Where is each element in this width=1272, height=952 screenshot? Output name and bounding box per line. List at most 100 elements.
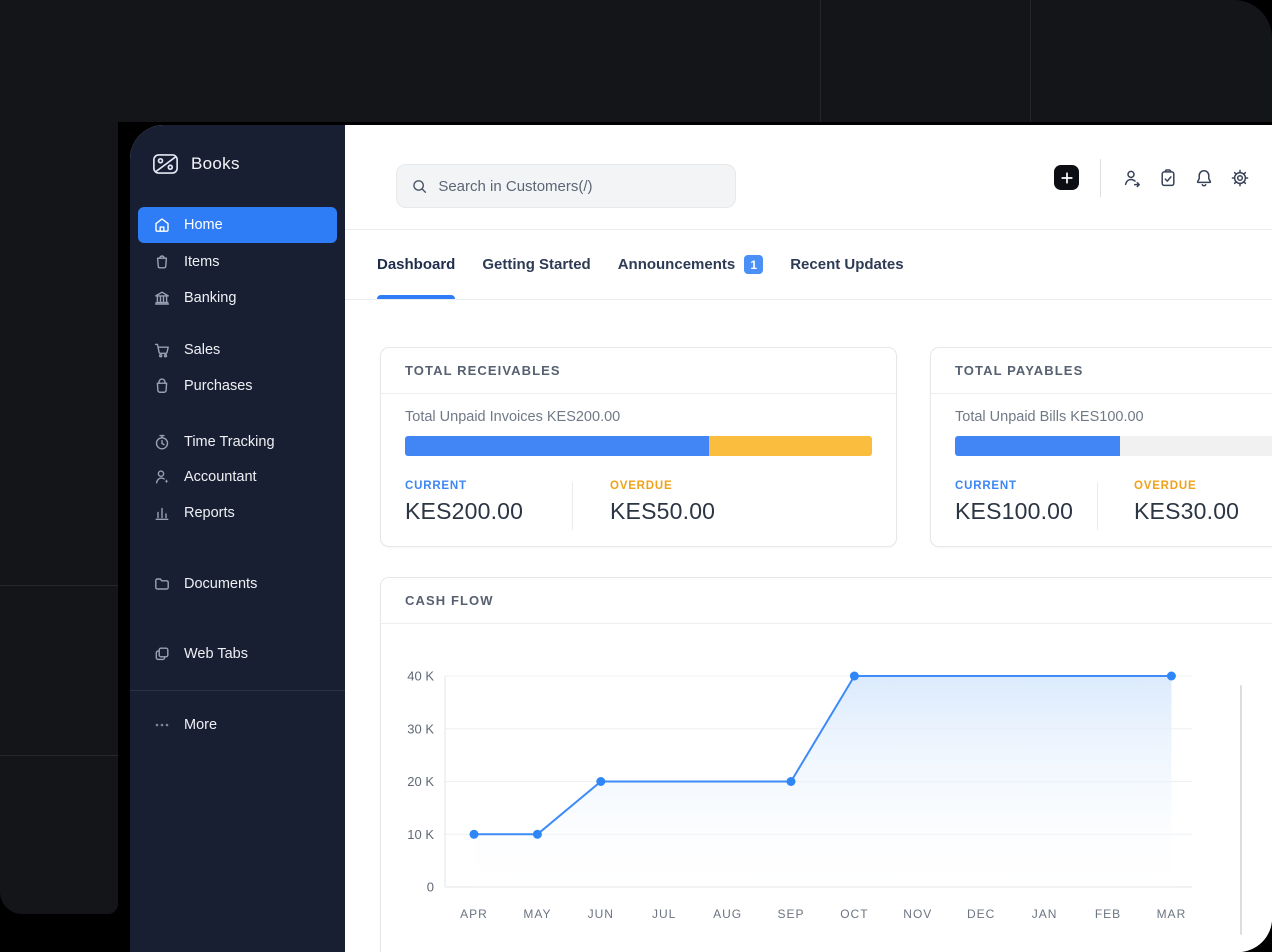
accountant-icon <box>155 470 169 484</box>
sidebar-item-label: Accountant <box>184 469 257 485</box>
card-header: TOTAL RECEIVABLES <box>381 348 896 394</box>
payables-progress-bar <box>955 436 1272 456</box>
svg-text:MAR: MAR <box>1157 907 1187 921</box>
app-logo: Books <box>152 151 240 177</box>
notifications-button[interactable] <box>1194 168 1214 188</box>
tab-getting-started[interactable]: Getting Started <box>482 230 590 299</box>
sidebar-item-time-tracking[interactable]: Time Tracking <box>138 424 337 460</box>
overdue-stat: OVERDUE KES50.00 <box>610 480 715 525</box>
card-header: TOTAL PAYABLES <box>931 348 1272 394</box>
svg-text:0: 0 <box>427 880 434 895</box>
ellipsis-icon <box>155 723 169 727</box>
card-title: TOTAL RECEIVABLES <box>405 363 561 378</box>
items-icon <box>156 255 168 269</box>
svg-text:OCT: OCT <box>840 907 868 921</box>
progress-overdue-segment <box>708 436 872 456</box>
progress-track <box>1120 436 1272 456</box>
sidebar-item-label: Items <box>184 254 220 270</box>
unpaid-bills-text: Total Unpaid Bills KES100.00 <box>955 409 1144 425</box>
svg-text:MAY: MAY <box>523 907 551 921</box>
main-area: Dashboard Getting Started Announcements 1… <box>345 125 1272 952</box>
topbar <box>345 125 1272 230</box>
tab-announcements[interactable]: Announcements 1 <box>618 230 764 299</box>
svg-text:30 K: 30 K <box>407 721 434 736</box>
current-value: KES200.00 <box>405 498 524 524</box>
stopwatch-icon <box>155 434 169 450</box>
overdue-label: OVERDUE <box>1134 480 1197 492</box>
overdue-label: OVERDUE <box>610 480 673 492</box>
sidebar-item-sales[interactable]: Sales <box>138 332 337 368</box>
tab-label: Getting Started <box>482 256 591 273</box>
sidebar-item-label: Reports <box>184 505 235 521</box>
shopping-bag-icon <box>156 378 168 393</box>
sidebar-item-home[interactable]: Home <box>138 207 337 243</box>
search-bar[interactable] <box>396 164 736 208</box>
svg-text:SEP: SEP <box>777 907 804 921</box>
sidebar-item-label: Home <box>184 217 223 233</box>
tab-label: Announcements <box>617 256 736 273</box>
referrals-button[interactable] <box>1122 168 1142 188</box>
sidebar-item-label: Purchases <box>184 378 253 394</box>
quick-create-button[interactable] <box>1054 165 1079 190</box>
svg-text:FEB: FEB <box>1095 907 1121 921</box>
dashboard-content: TOTAL RECEIVABLES Total Unpaid Invoices … <box>345 300 1272 952</box>
settings-button[interactable] <box>1230 168 1250 188</box>
card-title: TOTAL PAYABLES <box>955 363 1084 378</box>
card-header: CASH FLOW <box>381 578 1272 624</box>
topbar-actions <box>1054 125 1258 230</box>
sidebar-item-documents[interactable]: Documents <box>138 566 337 602</box>
receivables-progress-bar <box>405 436 872 456</box>
web-tabs-icon <box>155 647 169 661</box>
sidebar-item-web-tabs[interactable]: Web Tabs <box>138 636 337 672</box>
app-window: Books Home Items Banking Sales Purchases <box>130 125 1272 952</box>
app-title: Books <box>191 154 240 173</box>
svg-text:40 K: 40 K <box>407 669 434 684</box>
referrals-icon <box>1124 170 1140 187</box>
card-title: CASH FLOW <box>405 593 494 608</box>
unpaid-invoices-text: Total Unpaid Invoices KES200.00 <box>405 409 621 425</box>
overdue-stat: OVERDUE KES30.00 <box>1134 480 1239 525</box>
tab-label: Dashboard <box>377 256 456 273</box>
progress-current-segment <box>955 436 1120 456</box>
bell-icon <box>1196 169 1212 186</box>
cash-flow-chart: 0 10 K 20 K 30 K 40 K APR MAY JUN JUL AUG SEP OCT NO… <box>381 666 1212 943</box>
current-label: CURRENT <box>405 480 467 492</box>
overdue-value: KES30.00 <box>1134 498 1240 524</box>
backdrop-panel-top <box>0 0 1272 122</box>
sidebar-divider <box>130 690 345 691</box>
backdrop-divider <box>0 585 118 586</box>
sidebar-item-more[interactable]: More <box>138 707 337 743</box>
svg-text:10 K: 10 K <box>407 827 434 842</box>
cart-icon <box>154 343 169 358</box>
svg-text:NOV: NOV <box>903 907 932 921</box>
tab-dashboard[interactable]: Dashboard <box>377 230 456 299</box>
current-label: CURRENT <box>955 480 1017 492</box>
search-input[interactable] <box>438 177 721 195</box>
screen: Books Home Items Banking Sales Purchases <box>0 0 1272 952</box>
clipboard-check-icon <box>1161 168 1175 186</box>
sidebar: Books Home Items Banking Sales Purchases <box>130 125 345 952</box>
backdrop-divider <box>1030 0 1031 122</box>
bank-icon <box>154 291 170 305</box>
svg-text:DEC: DEC <box>967 907 995 921</box>
tab-recent-updates[interactable]: Recent Updates <box>790 230 903 299</box>
tasks-button[interactable] <box>1158 168 1178 188</box>
dashboard-tabs: Dashboard Getting Started Announcements 1… <box>345 230 1272 300</box>
tab-label: Recent Updates <box>790 256 904 273</box>
sidebar-item-accountant[interactable]: Accountant <box>138 459 337 495</box>
sidebar-item-label: Banking <box>184 290 237 306</box>
stat-divider <box>1097 482 1098 530</box>
svg-text:JAN: JAN <box>1032 907 1058 921</box>
sidebar-item-purchases[interactable]: Purchases <box>138 368 337 404</box>
stat-divider <box>572 482 573 530</box>
backdrop-panel-left <box>0 0 118 914</box>
current-stat: CURRENT KES100.00 <box>955 480 1073 525</box>
sidebar-item-label: Time Tracking <box>184 434 275 450</box>
sidebar-item-items[interactable]: Items <box>138 244 337 280</box>
sidebar-item-label: Web Tabs <box>184 646 248 662</box>
vertical-scrollbar[interactable] <box>1240 685 1242 935</box>
search-icon <box>413 179 427 193</box>
sidebar-item-reports[interactable]: Reports <box>138 495 337 531</box>
bar-chart-icon <box>155 507 169 520</box>
sidebar-item-banking[interactable]: Banking <box>138 280 337 316</box>
